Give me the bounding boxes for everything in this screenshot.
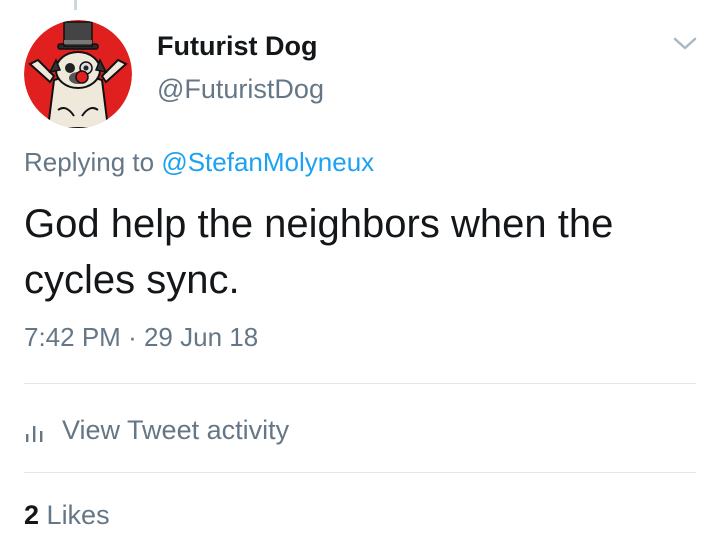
tweet-time: 7:42 PM [24,322,121,352]
author-display-name[interactable]: Futurist Dog [157,31,317,62]
thread-connector-line [74,0,77,10]
tweet-menu-button[interactable] [672,34,698,54]
divider-bottom [24,472,696,473]
bar-chart-icon [26,426,43,442]
replying-to-line: Replying to @StefanMolyneux [24,147,374,178]
likes-label: Likes [46,500,110,530]
view-tweet-activity-label: View Tweet activity [62,414,290,445]
tweet-timestamp[interactable]: 7:42 PM · 29 Jun 18 [24,322,258,353]
chevron-down-icon [673,37,697,50]
likes-count: 2 [24,500,40,530]
divider-top [24,383,696,384]
replying-to-mention-link[interactable]: @StefanMolyneux [161,147,374,177]
replying-to-prefix: Replying to [24,147,155,177]
author-handle[interactable]: @FuturistDog [157,74,324,105]
tweet-text: God help the neighbors when the cycles s… [24,202,614,302]
likes-stat[interactable]: 2 Likes [24,500,110,531]
tweet-date: 29 Jun 18 [143,322,259,352]
top-hat-pug-avatar [24,20,132,128]
timestamp-separator: · [128,322,137,352]
author-avatar[interactable] [24,20,132,128]
view-tweet-activity-link[interactable]: View Tweet activity [24,410,289,450]
